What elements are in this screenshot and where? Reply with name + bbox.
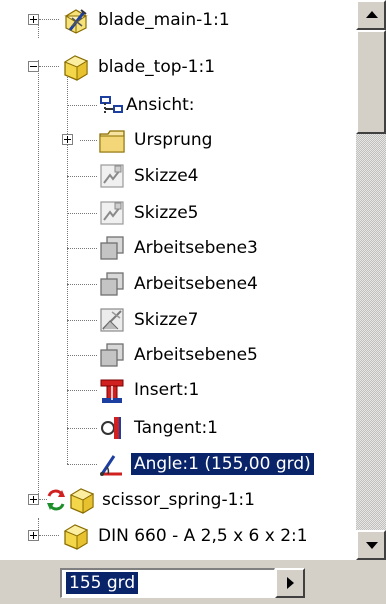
part-icon xyxy=(62,522,90,550)
tree-item-label: Angle:1 (155,00 grd) xyxy=(131,453,314,475)
tree-item-label: DIN 660 - A 2,5 x 6 x 2:1 xyxy=(98,526,308,546)
tree-item-angle[interactable]: Angle:1 (155,00 grd) xyxy=(0,446,356,483)
tree-item-blade-top[interactable]: blade_top-1:1 xyxy=(0,49,356,86)
apply-value-button[interactable] xyxy=(275,568,305,598)
arrow-up-icon xyxy=(366,11,378,18)
part-edit-icon xyxy=(62,6,90,34)
value-input[interactable]: 155 grd xyxy=(60,568,275,598)
tree-item-sketch4[interactable]: Skizze4 xyxy=(0,158,356,195)
tree-item-label: blade_top-1:1 xyxy=(98,57,216,77)
tree-item-sketch5[interactable]: Skizze5 xyxy=(0,195,356,232)
expand-toggle[interactable] xyxy=(62,134,73,145)
expand-toggle[interactable] xyxy=(28,14,39,25)
tree-item-din660[interactable]: DIN 660 - A 2,5 x 6 x 2:1 xyxy=(0,518,356,555)
tree-line xyxy=(39,19,59,20)
part-icon xyxy=(68,486,96,514)
tree-item-tangent[interactable]: Tangent:1 xyxy=(0,410,356,447)
tree-item-insert[interactable]: Insert:1 xyxy=(0,372,356,409)
arrow-down-icon xyxy=(366,542,378,549)
tree-item-label: Insert:1 xyxy=(134,380,200,400)
tree-item-label: scissor_spring-1:1 xyxy=(102,490,255,510)
collapse-toggle[interactable] xyxy=(28,61,39,72)
insert-constraint-icon xyxy=(98,376,126,404)
tree-line xyxy=(39,66,59,67)
tree-item-origin[interactable]: Ursprung xyxy=(0,122,356,159)
tree-item-label: Ansicht: xyxy=(126,95,195,115)
work-plane-icon xyxy=(98,270,126,298)
tangent-constraint-icon xyxy=(98,414,126,442)
tree-item-label: Ursprung xyxy=(134,130,213,150)
tree-item-label: Arbeitsebene3 xyxy=(134,238,258,258)
arrow-right-icon xyxy=(287,577,294,589)
scroll-thumb[interactable] xyxy=(356,30,386,134)
value-text: 155 grd xyxy=(66,572,139,594)
tree-item-scissor-spring[interactable]: scissor_spring-1:1 xyxy=(0,482,356,519)
tree-item-workplane3[interactable]: Arbeitsebene3 xyxy=(0,230,356,267)
folder-icon xyxy=(98,126,126,154)
tree-item-sketch7[interactable]: Skizze7 xyxy=(0,302,356,339)
adaptive-icon xyxy=(45,486,67,514)
view-icon xyxy=(98,91,126,119)
vertical-scrollbar[interactable] xyxy=(356,0,386,560)
tree-item-label: Tangent:1 xyxy=(134,418,218,438)
tree-item-view[interactable]: Ansicht: xyxy=(0,87,356,124)
tree-item-label: Arbeitsebene5 xyxy=(134,345,258,365)
expand-toggle[interactable] xyxy=(28,494,39,505)
browser-tree: blade_main-1:1 blade_top-1:1 Ansicht: Ur… xyxy=(0,0,356,560)
work-plane-icon xyxy=(98,234,126,262)
work-plane-icon xyxy=(98,341,126,369)
tree-line xyxy=(39,535,59,536)
tree-item-label: Skizze4 xyxy=(134,166,199,186)
scroll-track[interactable] xyxy=(356,134,386,530)
tree-item-label: blade_main-1:1 xyxy=(98,10,230,30)
sketch-icon xyxy=(98,199,126,227)
tree-item-label: Skizze5 xyxy=(134,203,199,223)
tree-item-workplane4[interactable]: Arbeitsebene4 xyxy=(0,266,356,303)
scroll-up-button[interactable] xyxy=(356,0,386,30)
tree-item-blade-main[interactable]: blade_main-1:1 xyxy=(0,2,356,39)
tree-item-label: Skizze7 xyxy=(134,310,199,330)
sketch-icon xyxy=(98,162,126,190)
part-icon xyxy=(62,53,90,81)
tree-item-workplane5[interactable]: Arbeitsebene5 xyxy=(0,337,356,374)
value-editor-bar: 155 grd xyxy=(0,560,386,604)
sketch-3d-icon xyxy=(98,306,126,334)
angle-constraint-icon xyxy=(98,450,126,478)
tree-item-label: Arbeitsebene4 xyxy=(134,274,258,294)
expand-toggle[interactable] xyxy=(28,530,39,541)
scroll-down-button[interactable] xyxy=(356,530,386,560)
